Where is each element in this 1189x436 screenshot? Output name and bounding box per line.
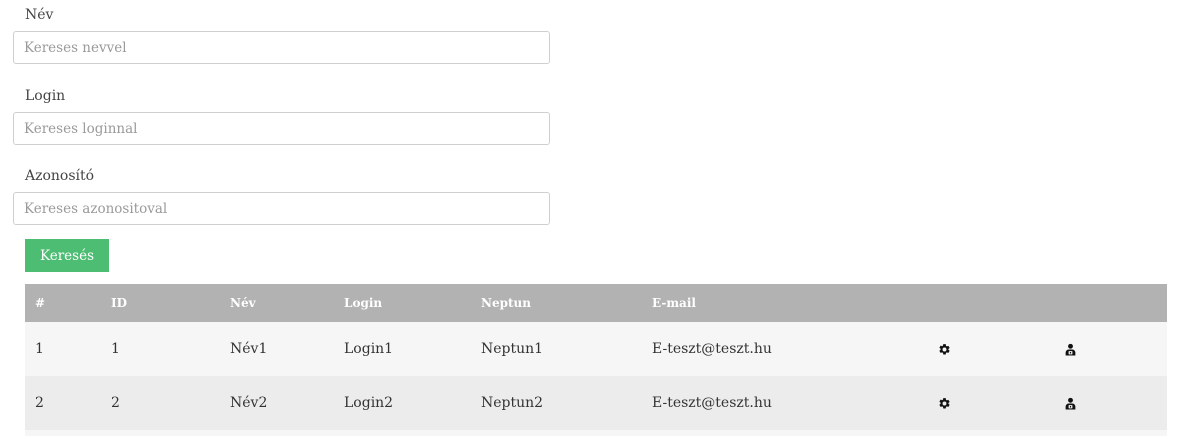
row-email-cell: E-teszt@teszt.hu (652, 395, 772, 411)
column-header-neptun: Neptun (481, 296, 531, 310)
row-login-cell: Login1 (344, 341, 394, 357)
id-filter-label: Azonosító (25, 168, 95, 184)
row-number-cell: 1 (35, 341, 44, 357)
row-name-cell: Név1 (230, 341, 268, 357)
user-lock-icon[interactable] (1064, 397, 1077, 410)
login-filter-label: Login (25, 88, 66, 104)
search-button[interactable]: Keresés (25, 239, 109, 272)
users-table: # ID Név Login Neptun E-mail 1 1 Név1 Lo… (25, 284, 1167, 430)
column-header-id: ID (111, 296, 128, 310)
user-lock-icon[interactable] (1064, 343, 1077, 356)
name-filter-label: Név (25, 7, 54, 23)
row-email-cell: E-teszt@teszt.hu (652, 341, 772, 357)
row-name-cell: Név2 (230, 395, 268, 411)
row-neptun-cell: Neptun1 (481, 341, 544, 357)
row-id-cell: 2 (111, 395, 120, 411)
column-header-number: # (35, 296, 46, 310)
gear-icon[interactable] (938, 343, 951, 356)
row-login-cell: Login2 (344, 395, 394, 411)
row-number-cell: 2 (35, 395, 44, 411)
table-row: 1 1 Név1 Login1 Neptun1 E-teszt@teszt.hu (25, 322, 1167, 376)
table-header-row: # ID Név Login Neptun E-mail (25, 284, 1167, 322)
column-header-name: Név (230, 296, 256, 310)
column-header-permissions (1054, 284, 1167, 322)
login-search-input[interactable] (13, 112, 550, 145)
column-header-email: E-mail (652, 296, 696, 310)
name-search-input[interactable] (13, 31, 550, 64)
table-row-partial (25, 430, 1167, 436)
column-header-settings (928, 284, 1054, 322)
id-search-input[interactable] (13, 192, 550, 225)
table-row: 2 2 Név2 Login2 Neptun2 E-teszt@teszt.hu (25, 376, 1167, 430)
column-header-login: Login (344, 296, 383, 310)
gear-icon[interactable] (938, 397, 951, 410)
row-neptun-cell: Neptun2 (481, 395, 544, 411)
row-id-cell: 1 (111, 341, 120, 357)
